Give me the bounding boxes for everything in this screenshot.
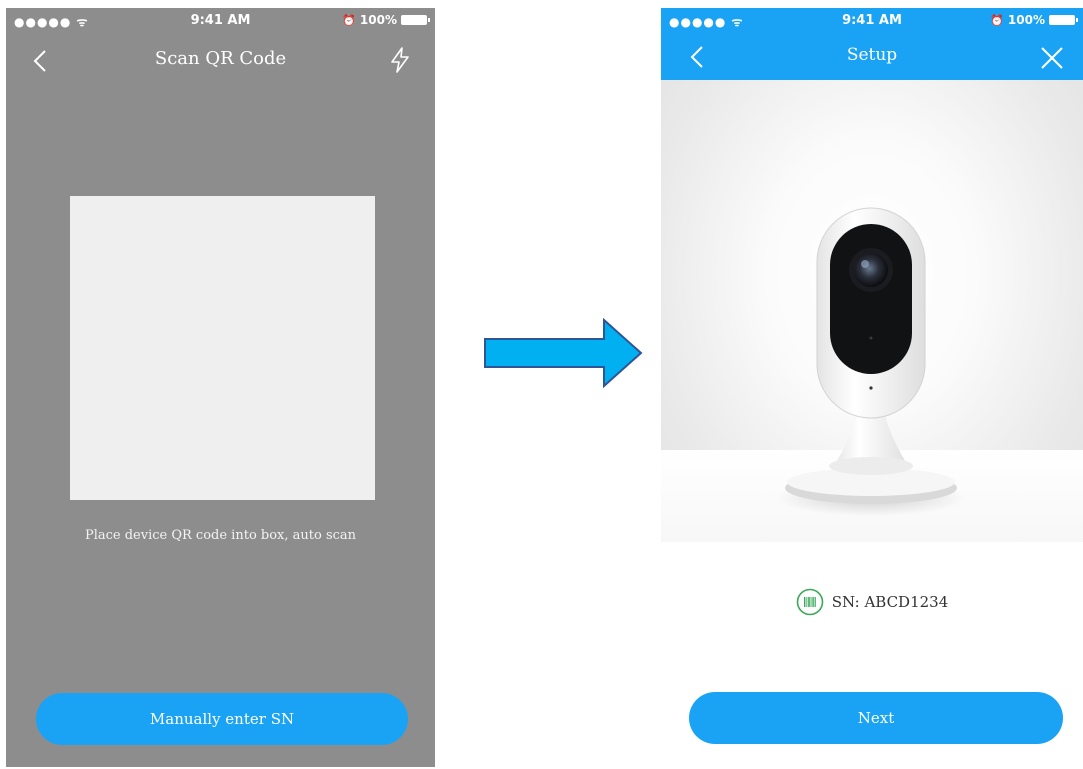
nav-bar: Scan QR Code xyxy=(6,34,435,86)
serial-number-row: SN: ABCD1234 xyxy=(661,588,1083,616)
camera-image xyxy=(776,207,966,516)
scan-qr-screen: ●●●●● ᯤ 9:41 AM ⏰ 100% Scan QR Code Plac… xyxy=(6,8,435,767)
scan-hint-text: Place device QR code into box, auto scan xyxy=(84,528,357,543)
battery-icon xyxy=(1049,15,1078,25)
close-icon[interactable] xyxy=(1039,44,1065,72)
battery-indicator: ⏰ 100% xyxy=(342,13,430,27)
alarm-icon: ⏰ xyxy=(990,13,1004,27)
alarm-icon: ⏰ xyxy=(342,13,356,27)
manually-enter-sn-button[interactable]: Manually enter SN xyxy=(36,693,408,745)
barcode-icon xyxy=(796,588,824,616)
flash-icon[interactable] xyxy=(387,46,413,74)
battery-percent: 100% xyxy=(1007,13,1045,27)
right-arrow-icon xyxy=(484,318,643,388)
next-button[interactable]: Next xyxy=(689,692,1063,744)
header-bar: ●●●●● ᯤ 9:41 AM ⏰ 100% Setup xyxy=(661,8,1083,80)
setup-screen: ●●●●● ᯤ 9:41 AM ⏰ 100% Setup SN: ABCD123… xyxy=(661,8,1083,769)
status-bar: ●●●●● ᯤ 9:41 AM ⏰ 100% xyxy=(661,8,1083,32)
battery-percent: 100% xyxy=(359,13,397,27)
page-title: Scan QR Code xyxy=(154,48,287,69)
battery-indicator: ⏰ 100% xyxy=(990,13,1078,27)
qr-scan-frame xyxy=(70,196,375,500)
page-title: Setup xyxy=(846,45,898,65)
status-bar: ●●●●● ᯤ 9:41 AM ⏰ 100% xyxy=(6,8,435,32)
battery-icon xyxy=(401,15,430,25)
serial-number-text: SN: ABCD1234 xyxy=(831,593,949,611)
product-photo xyxy=(661,80,1083,542)
